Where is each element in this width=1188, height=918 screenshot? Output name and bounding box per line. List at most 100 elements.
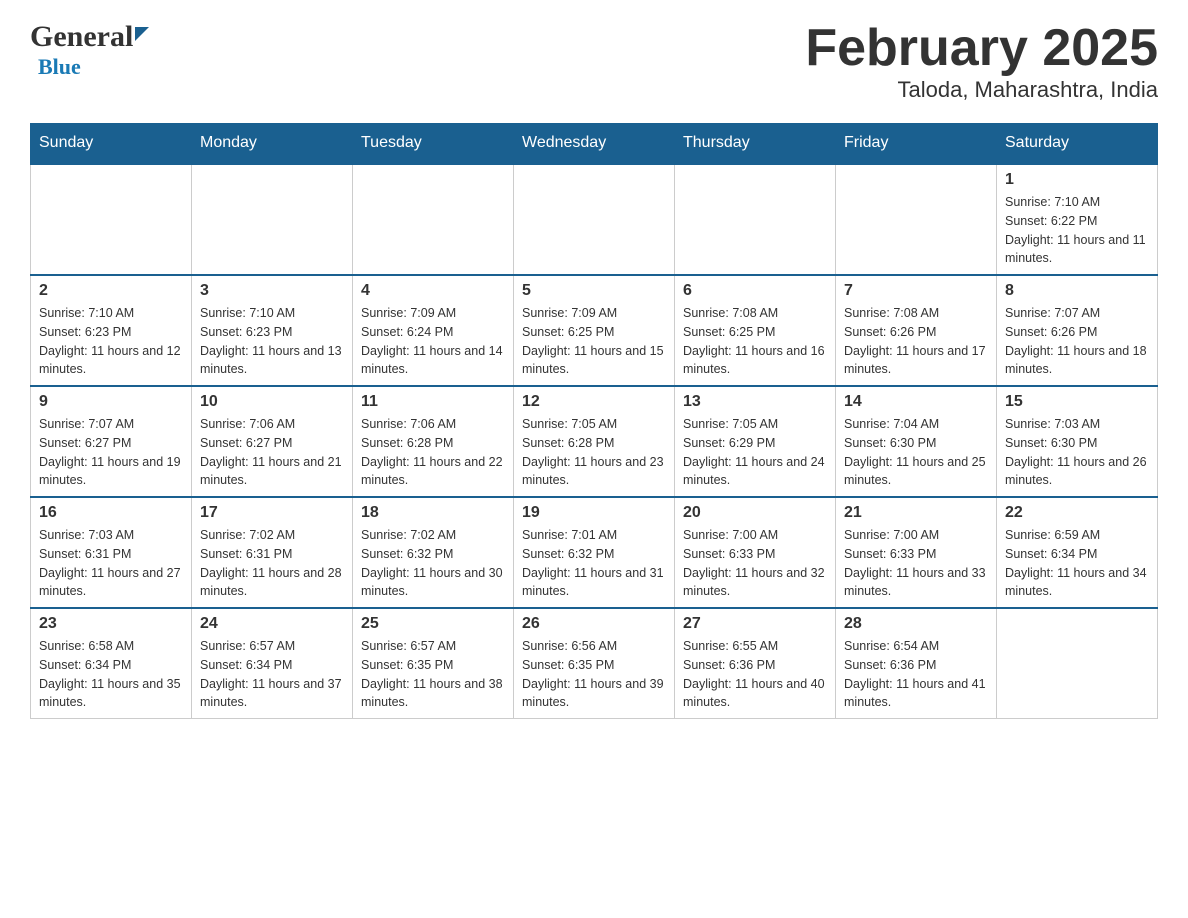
table-row: 16 Sunrise: 7:03 AMSunset: 6:31 PMDayligh… xyxy=(31,497,192,608)
day-number: 8 xyxy=(1005,282,1149,300)
table-row xyxy=(675,164,836,276)
table-row: 2 Sunrise: 7:10 AMSunset: 6:23 PMDaylight… xyxy=(31,275,192,386)
table-row: 27Sunrise: 6:55 AMSunset: 6:36 PMDayligh… xyxy=(675,608,836,719)
table-row xyxy=(31,164,192,276)
day-info: Sunrise: 7:03 AMSunset: 6:31 PMDaylight:… xyxy=(39,526,183,601)
day-number: 15 xyxy=(1005,393,1149,411)
title-area: February 2025 Taloda, Maharashtra, India xyxy=(805,20,1158,103)
day-number: 2 xyxy=(39,282,183,300)
day-number: 25 xyxy=(361,615,505,633)
day-number: 17 xyxy=(200,504,344,522)
day-number: 23 xyxy=(39,615,183,633)
day-info: Sunrise: 7:08 AMSunset: 6:25 PMDaylight:… xyxy=(683,304,827,379)
calendar-table: Sunday Monday Tuesday Wednesday Thursday… xyxy=(30,123,1158,719)
col-saturday: Saturday xyxy=(997,124,1158,164)
day-number: 26 xyxy=(522,615,666,633)
day-info: Sunrise: 7:09 AMSunset: 6:25 PMDaylight:… xyxy=(522,304,666,379)
table-row: 6 Sunrise: 7:08 AMSunset: 6:25 PMDaylight… xyxy=(675,275,836,386)
calendar-week-2: 2 Sunrise: 7:10 AMSunset: 6:23 PMDaylight… xyxy=(31,275,1158,386)
col-monday: Monday xyxy=(192,124,353,164)
day-number: 21 xyxy=(844,504,988,522)
col-wednesday: Wednesday xyxy=(514,124,675,164)
logo: General xyxy=(30,20,149,54)
calendar-title: February 2025 xyxy=(805,20,1158,77)
table-row: 21 Sunrise: 7:00 AMSunset: 6:33 PMDayligh… xyxy=(836,497,997,608)
table-row: 15 Sunrise: 7:03 AMSunset: 6:30 PMDayligh… xyxy=(997,386,1158,497)
day-info: Sunrise: 6:57 AMSunset: 6:34 PMDaylight:… xyxy=(200,637,344,712)
table-row: 22 Sunrise: 6:59 AMSunset: 6:34 PMDayligh… xyxy=(997,497,1158,608)
logo-general-text: General xyxy=(30,20,133,54)
logo-blue-text: Blue xyxy=(38,54,81,79)
day-number: 14 xyxy=(844,393,988,411)
day-info: Sunrise: 7:03 AMSunset: 6:30 PMDaylight:… xyxy=(1005,415,1149,490)
table-row xyxy=(997,608,1158,719)
day-info: Sunrise: 6:55 AMSunset: 6:36 PMDaylight:… xyxy=(683,637,827,712)
day-info: Sunrise: 7:06 AMSunset: 6:28 PMDaylight:… xyxy=(361,415,505,490)
day-info: Sunrise: 6:57 AMSunset: 6:35 PMDaylight:… xyxy=(361,637,505,712)
table-row: 24Sunrise: 6:57 AMSunset: 6:34 PMDayligh… xyxy=(192,608,353,719)
day-info: Sunrise: 6:58 AMSunset: 6:34 PMDaylight:… xyxy=(39,637,183,712)
day-info: Sunrise: 7:10 AMSunset: 6:23 PMDaylight:… xyxy=(39,304,183,379)
day-number: 11 xyxy=(361,393,505,411)
day-number: 13 xyxy=(683,393,827,411)
day-number: 22 xyxy=(1005,504,1149,522)
table-row: 10 Sunrise: 7:06 AMSunset: 6:27 PMDayligh… xyxy=(192,386,353,497)
day-number: 5 xyxy=(522,282,666,300)
calendar-week-4: 16 Sunrise: 7:03 AMSunset: 6:31 PMDayligh… xyxy=(31,497,1158,608)
table-row: 11 Sunrise: 7:06 AMSunset: 6:28 PMDayligh… xyxy=(353,386,514,497)
day-info: Sunrise: 7:08 AMSunset: 6:26 PMDaylight:… xyxy=(844,304,988,379)
logo-triangle-icon xyxy=(135,27,149,41)
day-info: Sunrise: 7:05 AMSunset: 6:28 PMDaylight:… xyxy=(522,415,666,490)
day-number: 7 xyxy=(844,282,988,300)
day-info: Sunrise: 7:00 AMSunset: 6:33 PMDaylight:… xyxy=(683,526,827,601)
table-row xyxy=(192,164,353,276)
calendar-week-3: 9 Sunrise: 7:07 AMSunset: 6:27 PMDaylight… xyxy=(31,386,1158,497)
day-info: Sunrise: 7:05 AMSunset: 6:29 PMDaylight:… xyxy=(683,415,827,490)
day-number: 3 xyxy=(200,282,344,300)
day-info: Sunrise: 7:01 AMSunset: 6:32 PMDaylight:… xyxy=(522,526,666,601)
table-row: 5 Sunrise: 7:09 AMSunset: 6:25 PMDaylight… xyxy=(514,275,675,386)
day-number: 20 xyxy=(683,504,827,522)
day-number: 19 xyxy=(522,504,666,522)
table-row xyxy=(514,164,675,276)
day-number: 16 xyxy=(39,504,183,522)
table-row: 26 Sunrise: 6:56 AMSunset: 6:35 PMDayligh… xyxy=(514,608,675,719)
day-info: Sunrise: 7:10 AMSunset: 6:23 PMDaylight:… xyxy=(200,304,344,379)
page-header: General Blue February 2025 Taloda, Mahar… xyxy=(30,20,1158,103)
day-number: 1 xyxy=(1005,171,1149,189)
day-info: Sunrise: 7:07 AMSunset: 6:26 PMDaylight:… xyxy=(1005,304,1149,379)
col-friday: Friday xyxy=(836,124,997,164)
day-number: 10 xyxy=(200,393,344,411)
col-thursday: Thursday xyxy=(675,124,836,164)
day-info: Sunrise: 7:04 AMSunset: 6:30 PMDaylight:… xyxy=(844,415,988,490)
table-row: 20 Sunrise: 7:00 AMSunset: 6:33 PMDayligh… xyxy=(675,497,836,608)
day-number: 4 xyxy=(361,282,505,300)
col-tuesday: Tuesday xyxy=(353,124,514,164)
table-row: 28Sunrise: 6:54 AMSunset: 6:36 PMDayligh… xyxy=(836,608,997,719)
calendar-header-row: Sunday Monday Tuesday Wednesday Thursday… xyxy=(31,124,1158,164)
day-info: Sunrise: 7:00 AMSunset: 6:33 PMDaylight:… xyxy=(844,526,988,601)
table-row: 3 Sunrise: 7:10 AMSunset: 6:23 PMDaylight… xyxy=(192,275,353,386)
table-row: 7 Sunrise: 7:08 AMSunset: 6:26 PMDaylight… xyxy=(836,275,997,386)
day-info: Sunrise: 7:02 AMSunset: 6:32 PMDaylight:… xyxy=(361,526,505,601)
table-row: 17Sunrise: 7:02 AMSunset: 6:31 PMDayligh… xyxy=(192,497,353,608)
day-number: 6 xyxy=(683,282,827,300)
day-number: 9 xyxy=(39,393,183,411)
day-info: Sunrise: 6:59 AMSunset: 6:34 PMDaylight:… xyxy=(1005,526,1149,601)
table-row xyxy=(353,164,514,276)
day-info: Sunrise: 6:54 AMSunset: 6:36 PMDaylight:… xyxy=(844,637,988,712)
day-info: Sunrise: 6:56 AMSunset: 6:35 PMDaylight:… xyxy=(522,637,666,712)
calendar-week-1: 1Sunrise: 7:10 AMSunset: 6:22 PMDaylight… xyxy=(31,164,1158,276)
table-row: 8 Sunrise: 7:07 AMSunset: 6:26 PMDaylight… xyxy=(997,275,1158,386)
table-row: 9 Sunrise: 7:07 AMSunset: 6:27 PMDaylight… xyxy=(31,386,192,497)
calendar-subtitle: Taloda, Maharashtra, India xyxy=(805,77,1158,103)
table-row: 25 Sunrise: 6:57 AMSunset: 6:35 PMDayligh… xyxy=(353,608,514,719)
day-number: 18 xyxy=(361,504,505,522)
day-info: Sunrise: 7:09 AMSunset: 6:24 PMDaylight:… xyxy=(361,304,505,379)
table-row: 13 Sunrise: 7:05 AMSunset: 6:29 PMDayligh… xyxy=(675,386,836,497)
col-sunday: Sunday xyxy=(31,124,192,164)
day-info: Sunrise: 7:06 AMSunset: 6:27 PMDaylight:… xyxy=(200,415,344,490)
day-number: 12 xyxy=(522,393,666,411)
day-info: Sunrise: 7:07 AMSunset: 6:27 PMDaylight:… xyxy=(39,415,183,490)
table-row: 14 Sunrise: 7:04 AMSunset: 6:30 PMDayligh… xyxy=(836,386,997,497)
